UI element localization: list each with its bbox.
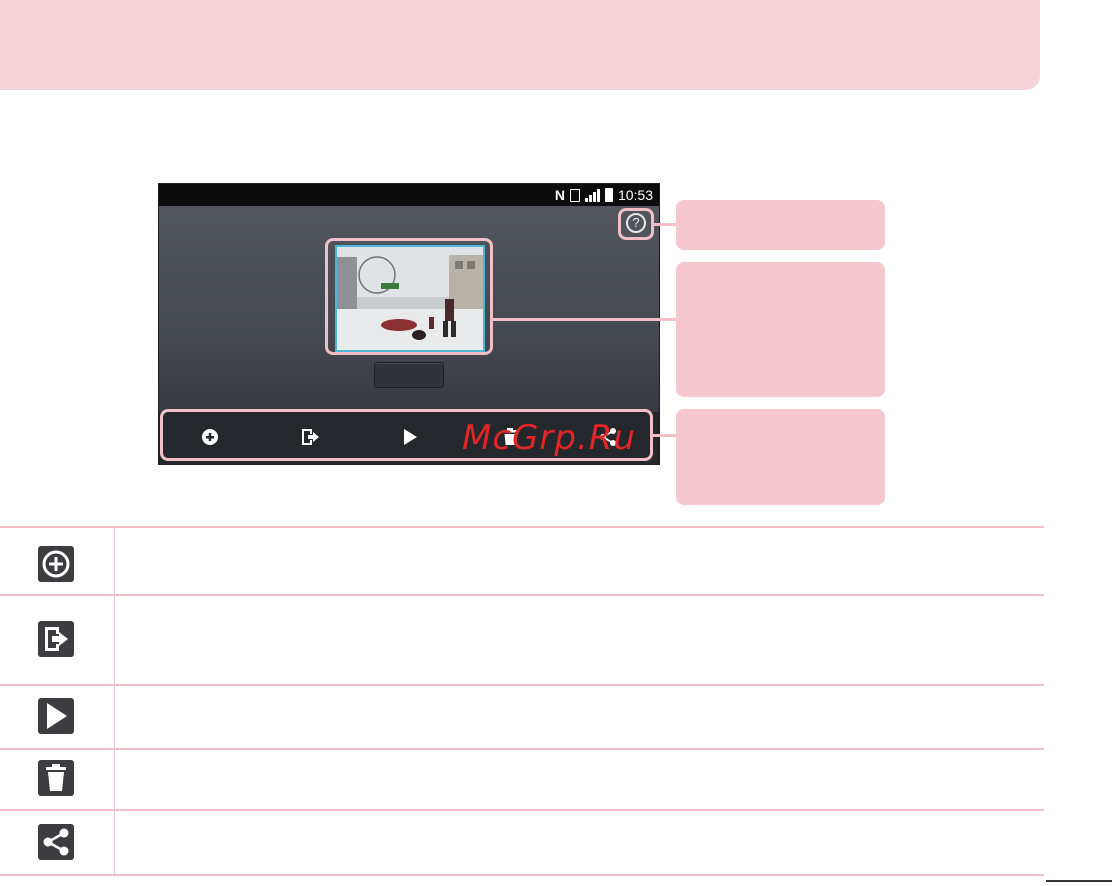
thumbnail-highlight bbox=[325, 238, 493, 355]
page-number-rule bbox=[1046, 880, 1112, 882]
export-icon bbox=[45, 627, 68, 651]
play-icon bbox=[47, 703, 67, 729]
table-row bbox=[38, 621, 74, 657]
table-rule bbox=[0, 594, 1044, 596]
status-bar: N 10:53 bbox=[159, 184, 659, 206]
callout-toolbar bbox=[676, 409, 885, 505]
help-connector bbox=[654, 223, 676, 226]
thumbnail-action-button[interactable] bbox=[374, 362, 444, 388]
add-icon bbox=[42, 550, 70, 578]
callout-thumbnail bbox=[676, 262, 885, 397]
sim-icon bbox=[569, 188, 580, 202]
trash-icon bbox=[46, 764, 66, 791]
table-column-divider bbox=[114, 528, 115, 874]
table-rule bbox=[0, 526, 1044, 528]
help-highlight bbox=[618, 208, 654, 240]
signal-icon bbox=[584, 188, 600, 202]
thumbnail-connector bbox=[493, 318, 676, 321]
table-row bbox=[38, 546, 74, 582]
status-icons: N 10:53 bbox=[555, 187, 653, 203]
table-row bbox=[38, 698, 74, 734]
table-rule bbox=[0, 684, 1044, 686]
nfc-icon: N bbox=[554, 187, 565, 203]
table-rule bbox=[0, 748, 1044, 750]
battery-icon bbox=[604, 188, 613, 202]
table-rule bbox=[0, 874, 1044, 876]
callout-help bbox=[676, 200, 885, 250]
table-row bbox=[38, 760, 74, 796]
table-row bbox=[38, 824, 74, 860]
header-band bbox=[0, 0, 1040, 90]
toolbar-connector bbox=[653, 434, 676, 437]
share-icon bbox=[43, 828, 69, 856]
table-rule bbox=[0, 809, 1044, 811]
watermark: McGrp.Ru bbox=[462, 418, 636, 458]
status-time: 10:53 bbox=[617, 187, 653, 203]
